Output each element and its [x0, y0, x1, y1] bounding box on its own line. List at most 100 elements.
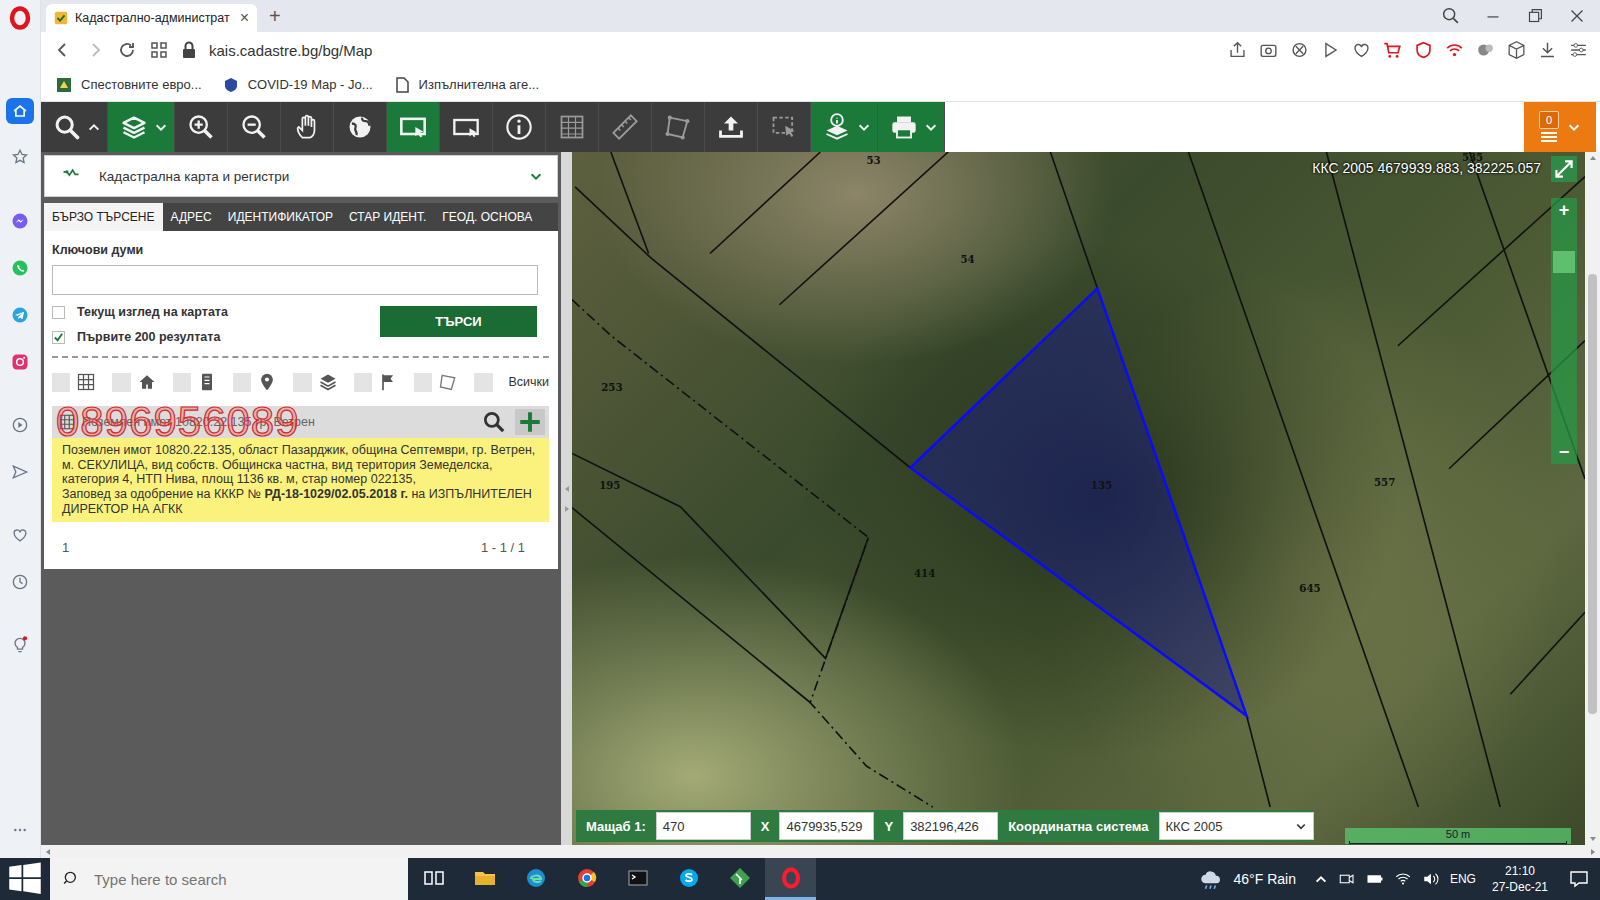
checkbox-label[interactable]: Текущ изглед на картата — [77, 305, 228, 319]
notifications-icon[interactable] — [1564, 867, 1594, 891]
back-icon[interactable] — [47, 38, 79, 62]
ext-icon[interactable] — [1470, 39, 1501, 61]
status-value[interactable]: ККС 2005 — [1166, 819, 1295, 834]
taskbar-app[interactable] — [714, 858, 765, 900]
filter-checkbox[interactable] — [474, 373, 492, 392]
play-icon[interactable] — [1315, 39, 1346, 61]
status-field[interactable]: 382196,426 — [903, 812, 998, 840]
parcel-label[interactable]: 414 — [914, 567, 935, 579]
checkbox-label[interactable]: Първите 200 резултата — [77, 330, 220, 344]
new-tab-button[interactable]: + — [269, 5, 281, 28]
taskbar-app[interactable] — [510, 858, 561, 900]
chevron-down-icon[interactable] — [1295, 820, 1307, 832]
browser-tab[interactable]: Кадастрално-администрат × — [46, 4, 257, 32]
language-indicator[interactable]: ENG — [1450, 872, 1476, 886]
keywords-input[interactable] — [52, 265, 538, 295]
taskbar-app[interactable] — [408, 858, 459, 900]
sidebar-item[interactable] — [6, 144, 34, 170]
taskbar-app[interactable] — [765, 858, 816, 900]
bookmark[interactable]: Изпълнителна аге... — [393, 76, 539, 94]
tab-title[interactable]: Кадастрално-администрат — [75, 11, 230, 25]
wifi-icon[interactable] — [1439, 39, 1470, 61]
tabs-grid-icon[interactable] — [143, 38, 175, 62]
toolbar-button[interactable] — [334, 102, 387, 152]
clock[interactable]: 21:1027-Dec-21 — [1486, 863, 1554, 895]
search-button-label[interactable]: ТЪРСИ — [435, 314, 481, 329]
sidebar-item[interactable] — [6, 98, 34, 124]
parcel-label[interactable]: 54 — [960, 253, 974, 265]
toolbar-button[interactable] — [440, 102, 493, 152]
filter-checkbox[interactable] — [354, 373, 372, 392]
sidebar-item[interactable] — [6, 412, 34, 438]
camera-icon[interactable] — [1253, 39, 1284, 61]
clock-time[interactable]: 21:10 — [1505, 863, 1535, 879]
chevron-up-icon[interactable] — [87, 120, 101, 134]
status-field[interactable]: 4679935,529 — [779, 812, 874, 840]
panel-tab[interactable]: ГЕОД. ОСНОВА — [434, 203, 540, 231]
taskbar-app[interactable] — [612, 858, 663, 900]
chevron-down-icon[interactable] — [529, 169, 543, 183]
panel-title[interactable]: Кадастрална карта и регистри — [99, 169, 513, 184]
forward-icon[interactable] — [79, 38, 111, 62]
parcel-label[interactable]: 557 — [1374, 476, 1395, 488]
checkbox[interactable] — [52, 306, 65, 319]
sidebar-item[interactable] — [6, 208, 34, 234]
panel-tab[interactable]: БЪРЗО ТЪРСЕНЕ — [44, 203, 163, 231]
filter-checkbox[interactable] — [52, 373, 70, 392]
scroll-down-icon[interactable] — [1588, 833, 1598, 845]
panel-tab[interactable]: АДРЕС — [163, 203, 220, 231]
zoom-track[interactable] — [1551, 222, 1577, 440]
taskbar-app[interactable] — [459, 858, 510, 900]
bookmark-label[interactable]: Спестовните евро... — [81, 77, 202, 92]
more-icon[interactable] — [9, 822, 31, 838]
vpn-icon[interactable] — [1408, 39, 1439, 61]
toolbar-button[interactable] — [228, 102, 281, 152]
zoom-out-button[interactable]: − — [1559, 440, 1570, 464]
checkbox[interactable] — [52, 331, 65, 344]
toolbar-button[interactable] — [599, 102, 652, 152]
search-icon[interactable] — [1432, 5, 1470, 27]
scroll-left-icon[interactable] — [43, 847, 53, 857]
scroll-right-icon[interactable] — [1588, 847, 1598, 857]
sidebar-item[interactable] — [6, 459, 34, 485]
parcel-label[interactable]: 135 — [1091, 479, 1112, 491]
add-icon[interactable] — [515, 409, 545, 435]
panel-header[interactable]: Кадастрална карта и регистри — [44, 155, 558, 197]
taskbar-app[interactable] — [561, 858, 612, 900]
selection-basket[interactable]: 0 — [1524, 102, 1596, 152]
filter-checkbox[interactable] — [414, 373, 432, 392]
meet-icon[interactable] — [1338, 870, 1356, 888]
windows-start-icon[interactable] — [0, 858, 50, 900]
battery-icon[interactable] — [1366, 870, 1384, 888]
parcel-label[interactable]: 253 — [601, 381, 622, 393]
clock-date[interactable]: 27-Dec-21 — [1492, 879, 1548, 895]
bookmark-label[interactable]: COVID-19 Map - Jo... — [248, 77, 373, 92]
map-canvas[interactable]: 5354253195414135557645535ККС 2005 467993… — [572, 152, 1585, 845]
sidebar-item[interactable] — [6, 255, 34, 281]
toolbar-button[interactable] — [108, 102, 175, 152]
share-icon[interactable] — [1222, 39, 1253, 61]
search-button[interactable]: ТЪРСИ — [380, 306, 537, 337]
fullscreen-icon[interactable] — [1551, 156, 1577, 182]
crs-select[interactable]: ККС 2005 — [1159, 812, 1314, 840]
parcel-label[interactable]: 53 — [866, 154, 880, 166]
filter-all-label[interactable]: Всички — [509, 375, 550, 389]
sidebar-item[interactable] — [6, 349, 34, 375]
panel-splitter[interactable] — [561, 152, 572, 845]
taskbar-app[interactable] — [663, 858, 714, 900]
filter-checkbox[interactable] — [112, 373, 130, 392]
panel-tab[interactable]: ИДЕНТИФИКАТОР — [220, 203, 341, 231]
weather-icon[interactable] — [1198, 866, 1224, 892]
filter-checkbox[interactable] — [173, 373, 191, 392]
block-icon[interactable] — [1284, 39, 1315, 61]
toolbar-button[interactable] — [41, 102, 108, 152]
scroll-thumb[interactable] — [1588, 274, 1597, 714]
scroll-up-icon[interactable] — [1588, 152, 1598, 164]
filter-checkbox[interactable] — [293, 373, 311, 392]
selected-parcel[interactable] — [910, 288, 1246, 715]
url-field[interactable]: kais.cadastre.bg/bg/Map — [209, 42, 372, 59]
expand-icon[interactable] — [563, 504, 571, 514]
checkbox-row[interactable]: Първите 200 резултата — [52, 330, 380, 344]
close-icon[interactable] — [1558, 5, 1596, 27]
tab-close[interactable]: × — [240, 10, 249, 26]
